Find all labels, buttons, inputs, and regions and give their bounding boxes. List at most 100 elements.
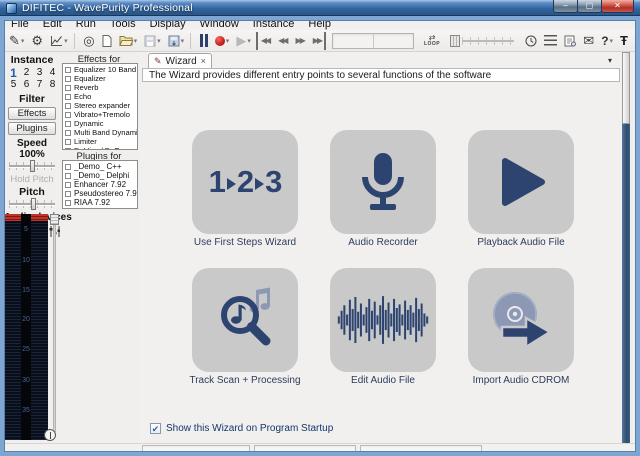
settings-button[interactable]: ⚙ [29,32,45,50]
save-button[interactable]: ▾ [142,32,163,50]
slider-thumb[interactable] [450,35,460,47]
checkbox[interactable] [65,148,71,151]
record-button[interactable]: ▾ [213,32,232,50]
instance-7[interactable]: 7 [33,79,46,91]
notes-button[interactable] [562,32,578,50]
list-item[interactable]: DeHiss / DeEsser [65,146,137,150]
menu-file[interactable]: File [4,18,36,30]
app-window: DIFITEC - WavePurity Professional – ▢ ✕ … [0,0,640,456]
chart-button[interactable]: ▾ [48,32,70,50]
menu-help[interactable]: Help [301,18,338,30]
instance-2[interactable]: 2 [20,67,33,79]
instance-4[interactable]: 4 [46,67,59,79]
plugins-for-playback-list: _Demo_ C++ _Demo_ Delphi Enhancer 7.92 P… [62,160,138,209]
list-item[interactable]: Echo [65,92,137,101]
checkbox[interactable] [65,112,71,118]
list-item[interactable]: Vibrato+Tremolo [65,110,137,119]
minimize-button[interactable]: – [553,0,578,13]
slider-thumb[interactable] [31,198,36,210]
checkbox[interactable] [65,121,71,127]
wand-tool-button[interactable]: ✎▾ [7,32,26,50]
checkbox[interactable] [65,67,71,73]
skip-start-button[interactable]: ◀◀ [256,32,272,50]
list-item[interactable]: Dynamic [65,119,137,128]
new-document-button[interactable] [100,32,114,50]
tab-wizard[interactable]: ✎ Wizard × [148,53,212,68]
checkbox[interactable] [65,200,71,206]
menu-tools[interactable]: Tools [103,18,143,30]
play-button[interactable]: ▶▾ [234,32,253,50]
checkbox[interactable] [65,130,71,136]
checkbox[interactable] [65,164,71,170]
send-mail-button[interactable]: ✉ [581,32,596,50]
checkbox[interactable] [65,173,71,179]
menu-display[interactable]: Display [143,18,193,30]
list-item[interactable]: RIAA 7.92 [65,198,137,207]
playback-audio-tile[interactable] [468,130,574,234]
pin-toolbar-button[interactable]: Ŧ [618,32,630,50]
timer-button[interactable] [523,32,539,50]
import-cdrom-tile[interactable] [468,268,574,372]
instance-8[interactable]: 8 [46,79,59,91]
pitch-slider[interactable] [7,198,57,210]
checkbox[interactable] [65,103,71,109]
list-item[interactable]: Enhancer 7.92 [65,180,137,189]
rewind-button[interactable]: ◀◀ [275,32,289,50]
open-file-button[interactable]: ▾ [117,32,140,50]
edit-audio-tile[interactable] [330,268,436,372]
channel-bars-icon [200,34,208,47]
export-button[interactable]: ▾ [166,32,187,50]
list-item[interactable]: Pseudostereo 7.92 [65,189,137,198]
title-bar: DIFITEC - WavePurity Professional – ▢ ✕ [0,0,640,16]
speed-slider[interactable] [7,160,57,172]
instance-1[interactable]: 1 [7,67,20,79]
checkbox[interactable] [65,191,71,197]
checkbox[interactable] [65,139,71,145]
menu-edit[interactable]: Edit [36,18,69,30]
list-item[interactable]: Limiter [65,137,137,146]
effects-for-playback-list: Equalizer 10 Band Equalizer Reverb Echo … [62,63,138,150]
menu-instance[interactable]: Instance [246,18,302,30]
instance-5[interactable]: 5 [7,79,20,91]
effects-button[interactable]: Effects [8,107,56,120]
instance-6[interactable]: 6 [20,79,33,91]
checkbox[interactable] [65,85,71,91]
maximize-button[interactable]: ▢ [577,0,602,13]
slider-thumb[interactable] [50,214,59,225]
volume-slider[interactable] [450,34,514,48]
audio-recorder-tile[interactable] [330,130,436,234]
channel-bars-button[interactable] [198,32,210,50]
show-wizard-checkbox[interactable]: ✔ [150,423,161,434]
plugins-button[interactable]: Plugins [8,122,56,135]
tile-label: Import Audio CDROM [441,375,601,386]
checkbox[interactable] [65,94,71,100]
close-button[interactable]: ✕ [601,0,634,13]
skip-end-button[interactable]: ▶▶ [310,32,326,50]
list-item[interactable]: _Demo_ Delphi [65,171,137,180]
list-item[interactable]: _Demo_ C++ [65,162,137,171]
list-item[interactable]: Multi Band Dynamic [65,128,137,137]
instance-3[interactable]: 3 [33,67,46,79]
checkbox[interactable] [65,182,71,188]
help-button[interactable]: ?▾ [599,32,615,50]
scrollbar-thumb[interactable] [622,52,630,124]
list-item[interactable]: Reverb [65,83,137,92]
list-item[interactable]: Stereo expander [65,101,137,110]
tracklist-button[interactable] [542,32,559,50]
tab-close-icon[interactable]: × [201,56,206,66]
list-item[interactable]: Equalizer [65,74,137,83]
first-steps-wizard-tile[interactable]: 123 [192,130,298,234]
vertical-scrollbar[interactable] [622,52,630,443]
slider-thumb[interactable] [30,160,35,172]
checkbox[interactable] [65,76,71,82]
menu-run[interactable]: Run [69,18,103,30]
track-scan-tile[interactable] [192,268,298,372]
meter-reset-knob[interactable] [44,429,56,441]
loop-button[interactable]: ⇄LOOP [424,35,440,47]
forward-button[interactable]: ▶▶ [292,32,306,50]
meter-gain-slider[interactable] [50,214,59,432]
menu-window[interactable]: Window [193,18,246,30]
tab-list-dropdown-icon[interactable]: ▾ [608,56,612,65]
cd-button[interactable]: ◎ [81,32,96,50]
list-item[interactable]: Equalizer 10 Band [65,65,137,74]
